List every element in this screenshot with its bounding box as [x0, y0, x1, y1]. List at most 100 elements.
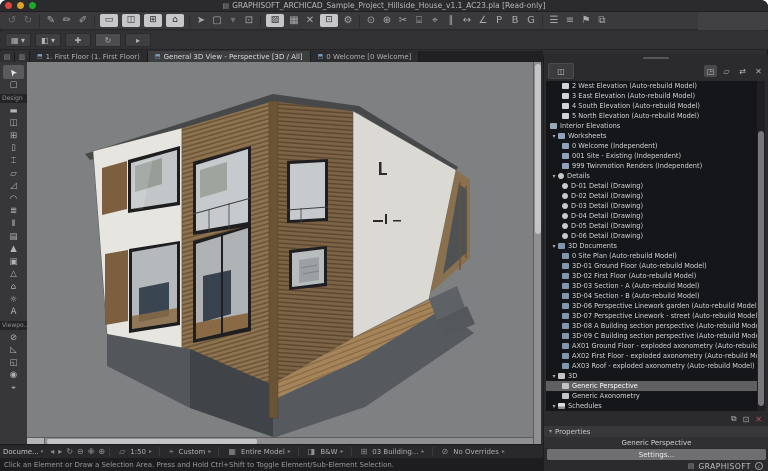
lamp-tool[interactable]: ☼: [0, 294, 27, 307]
tree-item[interactable]: D-05 Detail (Drawing): [546, 221, 757, 231]
section-tool[interactable]: ⊘: [0, 332, 27, 345]
marquee-icon[interactable]: ▢: [211, 14, 223, 27]
marquee-tool[interactable]: ▢: [0, 79, 27, 92]
pen-icon[interactable]: ✏: [61, 14, 73, 27]
add-button[interactable]: ✚: [65, 33, 91, 47]
flag-icon[interactable]: ⚑: [580, 14, 592, 27]
story-icon[interactable]: ≡: [564, 14, 576, 27]
tree-item[interactable]: 001 Site - Existing (Independent): [546, 151, 757, 161]
trim-icon[interactable]: ⌸: [413, 14, 425, 27]
quickbar-pen-set-dropdown[interactable]: ◨B&W▸: [306, 447, 344, 456]
tree-item[interactable]: 3D-02 First Floor (Auto-rebuild Model): [546, 271, 757, 281]
view-map-button[interactable]: ◳: [704, 65, 717, 77]
zoom-icon[interactable]: ⊕: [381, 14, 393, 27]
tree-item[interactable]: 2 West Elevation (Auto-rebuild Model): [546, 81, 757, 91]
tree-item[interactable]: ▾3D Documents: [546, 241, 757, 251]
properties-header[interactable]: ▾ Properties: [544, 426, 768, 437]
redo-icon[interactable]: ↻: [22, 14, 34, 27]
tree-item[interactable]: 4 South Elevation (Auto-rebuild Model): [546, 101, 757, 111]
tree-item[interactable]: AX01 Ground Floor - exploded axonometry …: [546, 341, 757, 351]
arrow-tool[interactable]: ➤: [3, 65, 24, 79]
viewport-horizontal-scrollbar[interactable]: [27, 437, 533, 444]
tree-item[interactable]: 3D-01 Ground Floor (Auto-rebuild Model): [546, 261, 757, 271]
grid-snap-dropdown[interactable]: ▦ ▾: [5, 33, 31, 47]
expand-arrow-icon[interactable]: ▾: [550, 373, 558, 380]
close-button[interactable]: ✕: [752, 65, 765, 77]
curtain-wall-tool[interactable]: ▤: [0, 231, 27, 244]
elevation-tool[interactable]: ◺: [0, 344, 27, 357]
tree-item[interactable]: D-06 Detail (Drawing): [546, 231, 757, 241]
tree-item[interactable]: ▾Schedules: [546, 401, 757, 411]
slab-tool[interactable]: ▱: [0, 168, 27, 181]
wall-tool[interactable]: ▬: [0, 105, 27, 118]
guide-dropdown[interactable]: ◧ ▾: [35, 33, 61, 47]
close-icon[interactable]: ✕: [304, 14, 316, 27]
tree-item[interactable]: Generic Perspective: [546, 381, 757, 391]
quickbar-layer-combination-dropdown[interactable]: ⊞03 Building...▸: [359, 447, 425, 456]
quickbar-model-filter-dropdown[interactable]: ▦Entire Model▸: [226, 447, 290, 456]
rebuild-button[interactable]: ↻: [95, 33, 121, 47]
tree-item[interactable]: Interior Elevations: [546, 121, 757, 131]
adjust-icon[interactable]: ⌖: [429, 14, 441, 27]
clone-icon[interactable]: ⧉: [731, 414, 737, 424]
quickbar-scale-dropdown[interactable]: ▱1:50▸: [117, 447, 152, 456]
walk-icon[interactable]: ✙: [88, 447, 95, 456]
morph-tool[interactable]: ▲: [0, 243, 27, 256]
door-favorite-button[interactable]: ◫: [122, 14, 140, 27]
measure-icon[interactable]: ↔: [461, 14, 473, 27]
3d-viewport[interactable]: [27, 62, 533, 437]
zoom-in-icon[interactable]: ⊕: [98, 447, 105, 456]
tree-item[interactable]: 3D-08 A Building section perspective (Au…: [546, 321, 757, 331]
stair-tool[interactable]: ≣: [0, 205, 27, 218]
tree-item[interactable]: AX02 First Floor - exploded axonometry (…: [546, 351, 757, 361]
detail-tool[interactable]: ◉: [0, 369, 27, 382]
tree-item[interactable]: 3D-07 Perspective Linework - street (Aut…: [546, 311, 757, 321]
tab-overview-button[interactable]: ▤: [0, 51, 15, 62]
angle-icon[interactable]: ∠: [477, 14, 489, 27]
window-favorite-button[interactable]: ⊞: [144, 14, 162, 27]
tree-item[interactable]: D-02 Detail (Drawing): [546, 191, 757, 201]
letter-g-icon[interactable]: G: [525, 14, 537, 27]
letter-p-icon[interactable]: P: [493, 14, 505, 27]
zoom-out-icon[interactable]: ⊖: [77, 447, 84, 456]
tree-item[interactable]: 0 Site Plan (Auto-rebuild Model): [546, 251, 757, 261]
dropdown-icon[interactable]: ▾: [227, 14, 239, 27]
tab-1[interactable]: ⬒1. First Floor (1. First Floor): [30, 51, 148, 62]
door-tool[interactable]: ◫: [0, 117, 27, 130]
more-button[interactable]: ▸: [125, 33, 151, 47]
box-icon[interactable]: ⊡: [243, 14, 255, 27]
tree-item[interactable]: 999 Twinmotion Renders (Independent): [546, 161, 757, 171]
orbit-icon[interactable]: ↻: [66, 447, 73, 456]
sync-button[interactable]: ⇄: [736, 65, 749, 77]
tree-item[interactable]: 3D-03 Section - A (Auto-rebuild Model): [546, 281, 757, 291]
tree-item[interactable]: D-04 Detail (Drawing): [546, 211, 757, 221]
quickbar-zoom-preset-dropdown[interactable]: ⌖Custom▸: [167, 447, 211, 457]
letter-b-icon[interactable]: B: [509, 14, 521, 27]
tab-3[interactable]: ⬒0 Welcome [0 Welcome]: [311, 51, 420, 62]
gear-icon[interactable]: ⚙: [342, 14, 354, 27]
fit-icon[interactable]: ⊙: [365, 14, 377, 27]
mesh-tool[interactable]: △: [0, 268, 27, 281]
tree-item[interactable]: 3 East Elevation (Auto-rebuild Model): [546, 91, 757, 101]
previous-icon[interactable]: ◂: [50, 447, 54, 456]
tree-item[interactable]: 5 North Elevation (Auto-rebuild Model): [546, 111, 757, 121]
tree-item[interactable]: 0 Welcome (Independent): [546, 141, 757, 151]
tree-item[interactable]: D-03 Detail (Drawing): [546, 201, 757, 211]
copy-icon[interactable]: ⧉: [596, 14, 608, 27]
column-tool[interactable]: ▯: [0, 142, 27, 155]
cut-icon[interactable]: ✂: [397, 14, 409, 27]
tree-item[interactable]: ▾Worksheets: [546, 131, 757, 141]
text-tool[interactable]: A: [0, 306, 27, 319]
wall-favorite-button[interactable]: ▭: [100, 14, 118, 27]
window-tool[interactable]: ⊞: [0, 130, 27, 143]
fill-favorite-button[interactable]: ▨: [266, 14, 284, 27]
roof-tool[interactable]: ◿: [0, 180, 27, 193]
detach-icon[interactable]: ⊡: [743, 415, 750, 424]
arrow-icon[interactable]: ➤: [195, 14, 207, 27]
split-icon[interactable]: ∥: [445, 14, 457, 27]
expand-arrow-icon[interactable]: ▾: [550, 133, 558, 140]
pencil-icon[interactable]: ✐: [77, 14, 89, 27]
tree-item[interactable]: 3D-09 C Building section perspective (Au…: [546, 331, 757, 341]
close-window-button[interactable]: [5, 2, 12, 9]
panel-drag-handle[interactable]: [643, 57, 669, 59]
